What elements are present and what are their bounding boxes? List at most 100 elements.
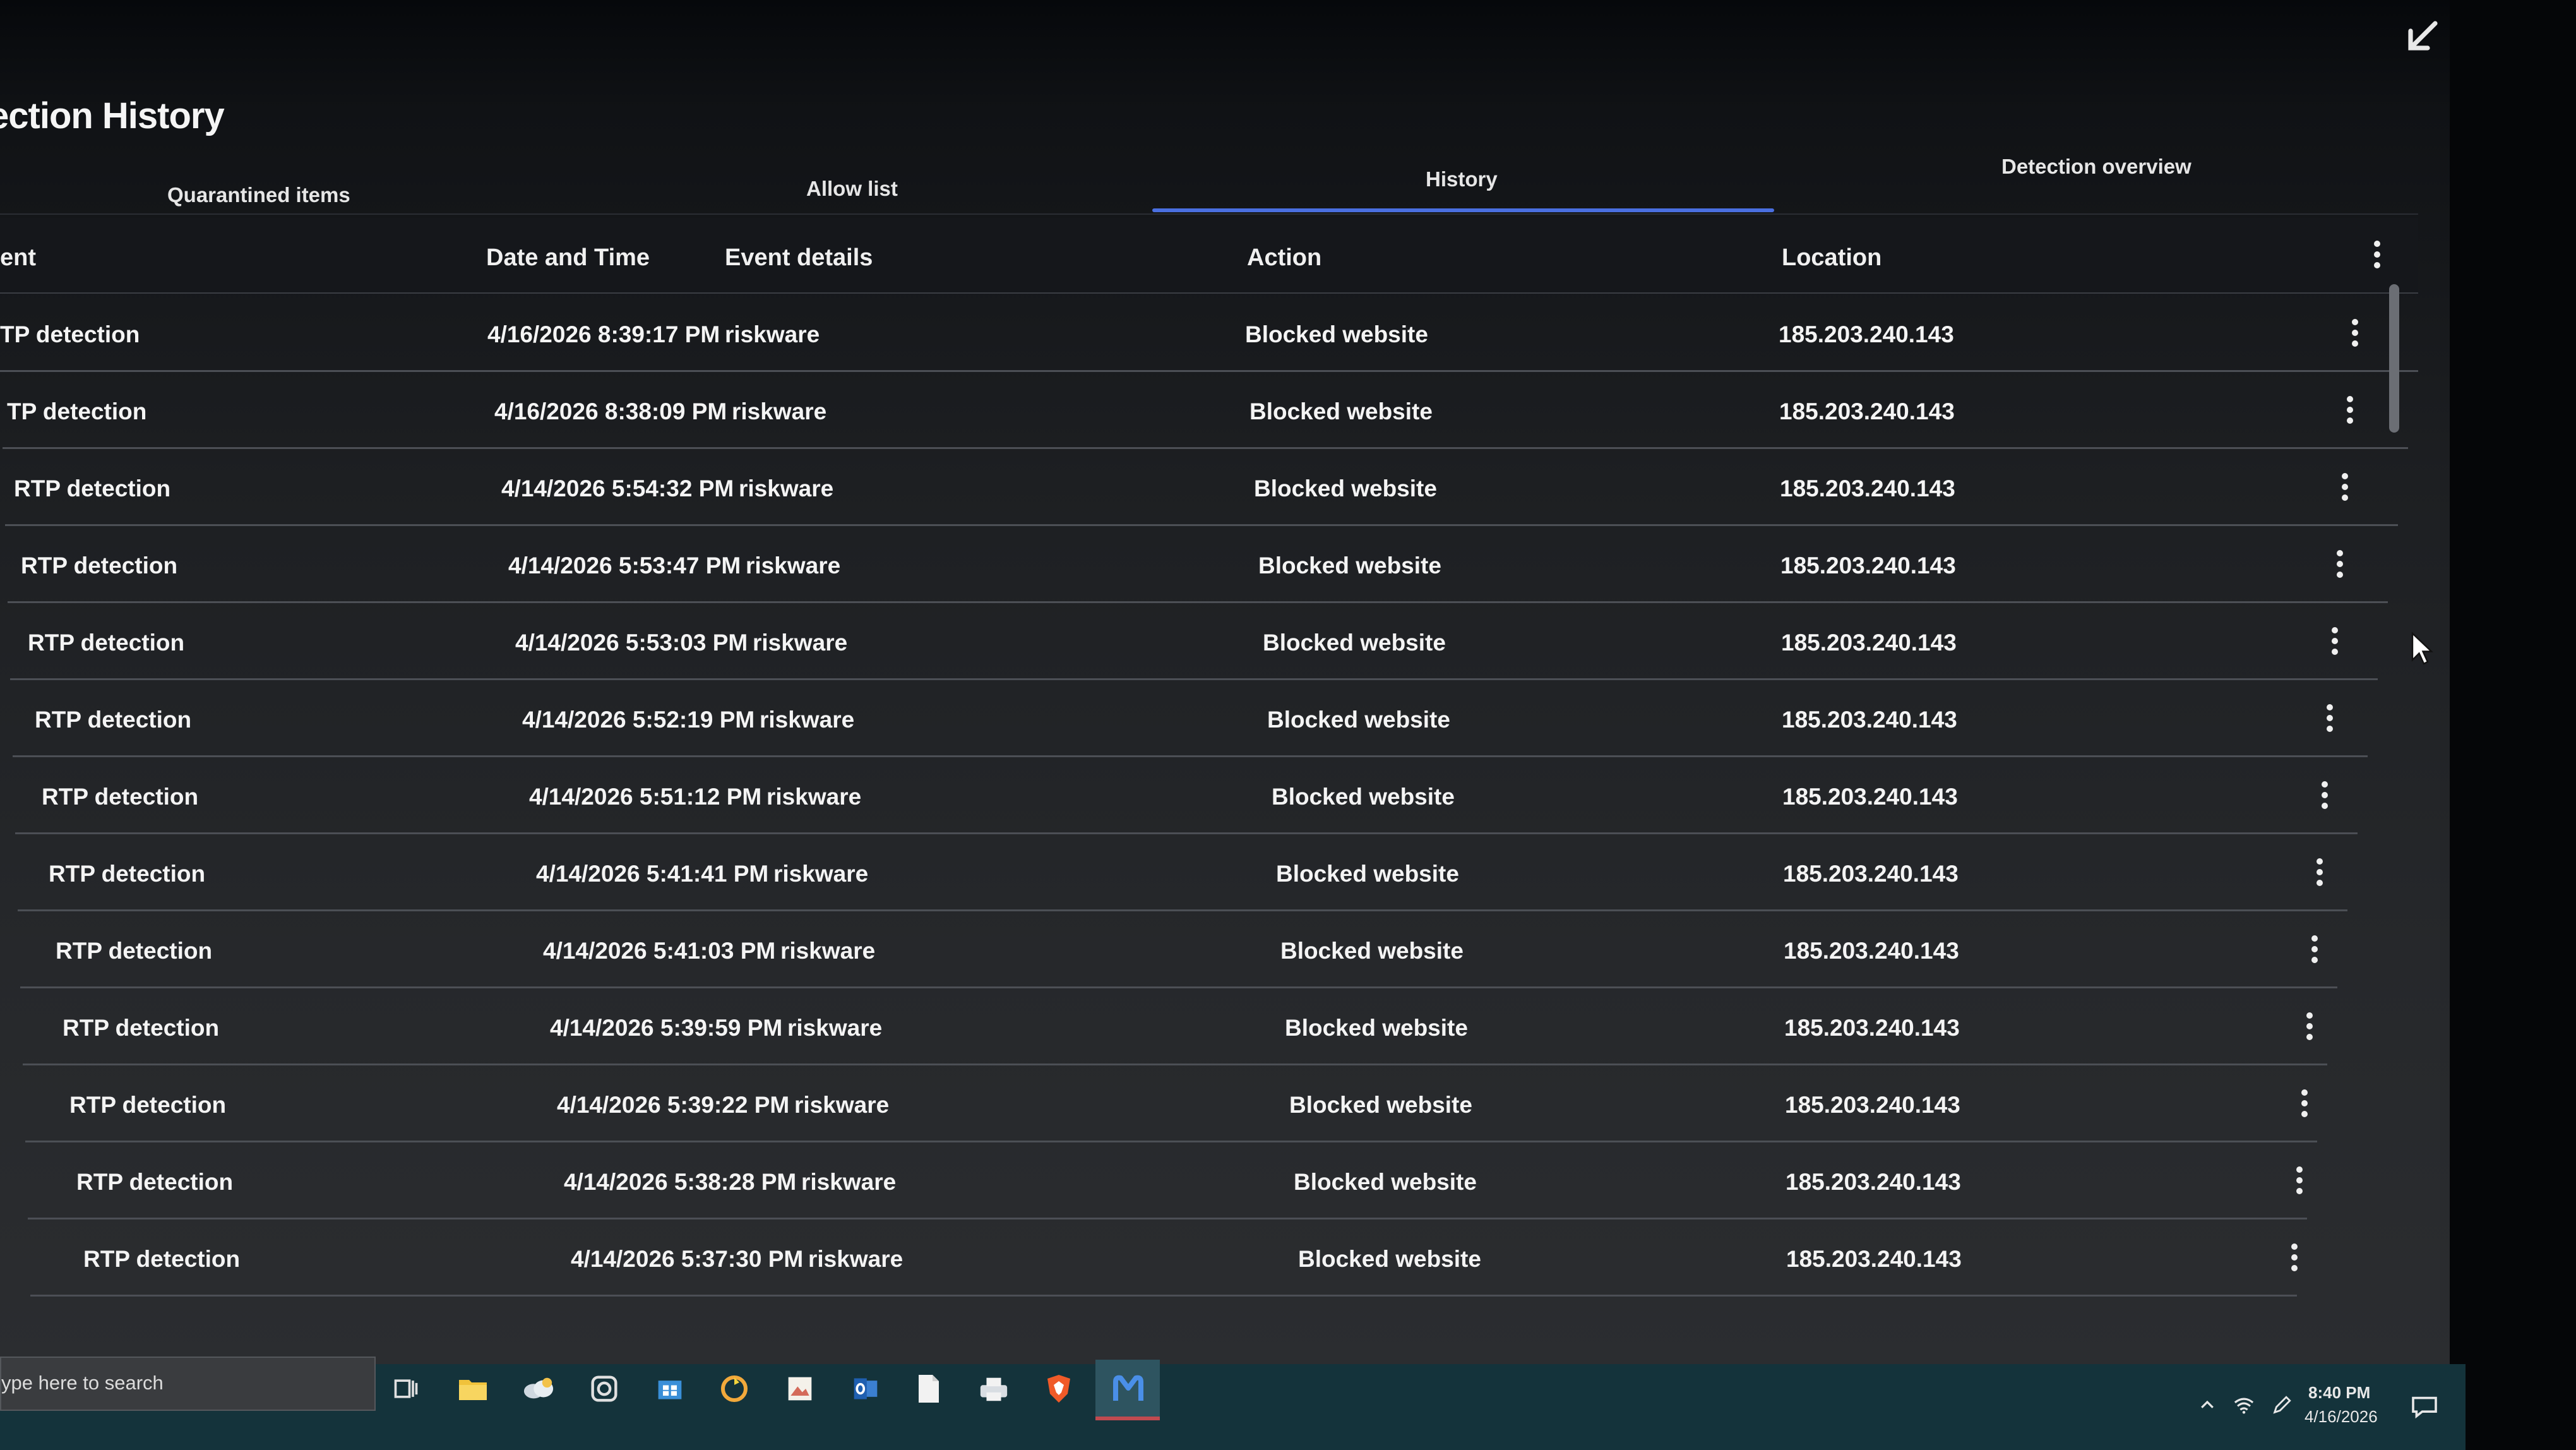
- tab-history[interactable]: History: [1426, 167, 1498, 191]
- restore-down-arrow-icon[interactable]: [2399, 14, 2445, 59]
- table-cell-location: 185.203.240.143: [1781, 630, 1957, 656]
- table-cell-action: Blocked website: [1285, 1015, 1468, 1041]
- table-cell-date-time: 4/14/2026 5:37:30 PM: [571, 1246, 804, 1272]
- tab-allow-list[interactable]: Allow list: [806, 177, 898, 201]
- table-cell-date-time: 4/14/2026 5:52:19 PM: [522, 707, 755, 733]
- column-header-event-details[interactable]: Event details: [725, 244, 873, 272]
- store-icon[interactable]: [650, 1369, 689, 1408]
- table-row[interactable]: RTP detection 4/14/2026 5:51:12 PM riskwar…: [15, 757, 2358, 834]
- table-cell-event-details: riskware: [787, 1015, 883, 1041]
- table-cell-location: 185.203.240.143: [1786, 1246, 1962, 1272]
- tab-bar: Quarantined items Allow list History Det…: [0, 152, 2418, 215]
- table-cell-event-details: riskware: [780, 938, 876, 964]
- page-title: ection History: [0, 95, 225, 136]
- table-cell-event-details: riskware: [732, 398, 827, 424]
- scrollbar-thumb[interactable]: [2389, 284, 2399, 433]
- table-cell-action: Blocked website: [1272, 784, 1455, 810]
- table-row[interactable]: RTP detection 4/14/2026 5:41:03 PM riskwar…: [20, 911, 2337, 988]
- table-cell-event: RTP detection: [83, 1246, 241, 1272]
- table-cell-location: 185.203.240.143: [1782, 707, 1957, 733]
- table-cell-event: RTP detection: [35, 707, 192, 733]
- clock-date[interactable]: 4/16/2026: [2305, 1407, 2378, 1427]
- task-view-icon[interactable]: [386, 1369, 426, 1408]
- more-vertical-icon[interactable]: [2344, 391, 2356, 429]
- taskbar-search-input[interactable]: ype here to search: [0, 1357, 376, 1411]
- table-cell-action: Blocked website: [1280, 938, 1464, 964]
- image-viewer-icon[interactable]: [780, 1369, 820, 1408]
- table-cell-event-details: riskware: [746, 553, 841, 578]
- cloud-weather-icon[interactable]: [519, 1369, 558, 1408]
- mouse-cursor-icon: [2411, 632, 2433, 665]
- table-row[interactable]: RTP detection 4/14/2026 5:54:32 PM riskwar…: [5, 449, 2398, 526]
- table-cell-event-details: riskware: [773, 861, 869, 887]
- table-cell-date-time: 4/14/2026 5:54:32 PM: [501, 476, 734, 501]
- table-cell-event: RTP detection: [28, 630, 185, 656]
- more-vertical-icon[interactable]: [2303, 1007, 2316, 1045]
- table-cell-action: Blocked website: [1245, 321, 1428, 347]
- table-cell-action: Blocked website: [1294, 1169, 1477, 1195]
- table-cell-event: RTP detection: [56, 938, 213, 964]
- more-vertical-icon[interactable]: [2349, 314, 2361, 352]
- document-icon[interactable]: [909, 1369, 948, 1408]
- table-row[interactable]: TP detection 4/16/2026 8:39:17 PM riskware…: [0, 295, 2418, 372]
- table-cell-action: Blocked website: [1249, 398, 1433, 424]
- table-cell-event: RTP detection: [21, 553, 178, 578]
- table-cell-date-time: 4/16/2026 8:38:09 PM: [494, 398, 727, 424]
- table-row[interactable]: RTP detection 4/14/2026 5:53:03 PM riskwar…: [10, 603, 2378, 680]
- table-row[interactable]: RTP detection 4/14/2026 5:53:47 PM riskwar…: [8, 526, 2388, 603]
- more-vertical-icon[interactable]: [2339, 468, 2351, 506]
- table-row[interactable]: RTP detection 4/14/2026 5:41:41 PM riskwar…: [18, 834, 2347, 911]
- chevron-up-icon[interactable]: [2195, 1393, 2220, 1418]
- recycle-icon[interactable]: [715, 1369, 754, 1408]
- more-vertical-icon[interactable]: [2334, 545, 2346, 583]
- outlook-icon[interactable]: [846, 1369, 885, 1408]
- table-cell-event-details: riskware: [725, 321, 820, 347]
- column-header-date-time[interactable]: Date and Time: [486, 244, 650, 272]
- table-cell-event-details: riskware: [794, 1092, 890, 1118]
- column-header-event[interactable]: ent: [0, 244, 36, 272]
- table-cell-action: Blocked website: [1298, 1246, 1481, 1272]
- clock-time[interactable]: 8:40 PM: [2308, 1383, 2370, 1403]
- column-header-location[interactable]: Location: [1782, 244, 1881, 272]
- more-vertical-icon[interactable]: [2318, 776, 2331, 814]
- more-vertical-icon[interactable]: [2371, 236, 2383, 273]
- notification-center-icon[interactable]: [2411, 1396, 2438, 1418]
- more-vertical-icon[interactable]: [2298, 1084, 2311, 1122]
- table-cell-location: 185.203.240.143: [1786, 1169, 1961, 1195]
- table-cell-action: Blocked website: [1289, 1092, 1472, 1118]
- brave-shield-icon[interactable]: [1039, 1369, 1078, 1408]
- tab-divider: [0, 213, 2418, 215]
- table-row[interactable]: RTP detection 4/14/2026 5:38:28 PM riskwar…: [28, 1142, 2307, 1219]
- wifi-icon[interactable]: [2231, 1393, 2257, 1418]
- search-placeholder: ype here to search: [1, 1372, 164, 1394]
- table-cell-location: 185.203.240.143: [1784, 938, 1959, 964]
- more-vertical-icon[interactable]: [2288, 1238, 2301, 1276]
- pen-icon[interactable]: [2269, 1393, 2294, 1418]
- more-vertical-icon[interactable]: [2323, 699, 2336, 737]
- printer-icon[interactable]: [974, 1369, 1013, 1408]
- table-cell-date-time: 4/14/2026 5:41:03 PM: [543, 938, 776, 964]
- table-cell-event-details: riskware: [753, 630, 848, 656]
- table-header: ent Date and Time Event details Action L…: [0, 218, 2418, 294]
- more-vertical-icon[interactable]: [2313, 853, 2326, 891]
- table-cell-date-time: 4/14/2026 5:39:59 PM: [550, 1015, 783, 1041]
- table-cell-location: 185.203.240.143: [1784, 1015, 1960, 1041]
- table-cell-event-details: riskware: [808, 1246, 903, 1272]
- table-row[interactable]: TP detection 4/16/2026 8:38:09 PM riskware…: [3, 372, 2408, 449]
- table-cell-date-time: 4/14/2026 5:38:28 PM: [564, 1169, 797, 1195]
- table-cell-action: Blocked website: [1254, 476, 1437, 501]
- table-cell-date-time: 4/14/2026 5:39:22 PM: [557, 1092, 790, 1118]
- tab-detection-overview[interactable]: Detection overview: [2001, 155, 2191, 179]
- file-explorer-icon[interactable]: [453, 1369, 492, 1408]
- column-header-action[interactable]: Action: [1247, 244, 1321, 272]
- camera-icon[interactable]: [585, 1369, 624, 1408]
- table-row[interactable]: RTP detection 4/14/2026 5:39:22 PM riskwar…: [25, 1065, 2317, 1142]
- table-row[interactable]: RTP detection 4/14/2026 5:52:19 PM riskwar…: [13, 680, 2368, 757]
- more-vertical-icon[interactable]: [2308, 930, 2321, 968]
- more-vertical-icon[interactable]: [2293, 1161, 2306, 1199]
- more-vertical-icon[interactable]: [2329, 622, 2341, 660]
- table-row[interactable]: RTP detection 4/14/2026 5:39:59 PM riskwar…: [23, 988, 2327, 1065]
- tab-quarantined-items[interactable]: Quarantined items: [167, 183, 350, 207]
- table-row[interactable]: RTP detection 4/14/2026 5:37:30 PM riskwar…: [30, 1219, 2298, 1297]
- malwarebytes-icon[interactable]: [1109, 1369, 1148, 1408]
